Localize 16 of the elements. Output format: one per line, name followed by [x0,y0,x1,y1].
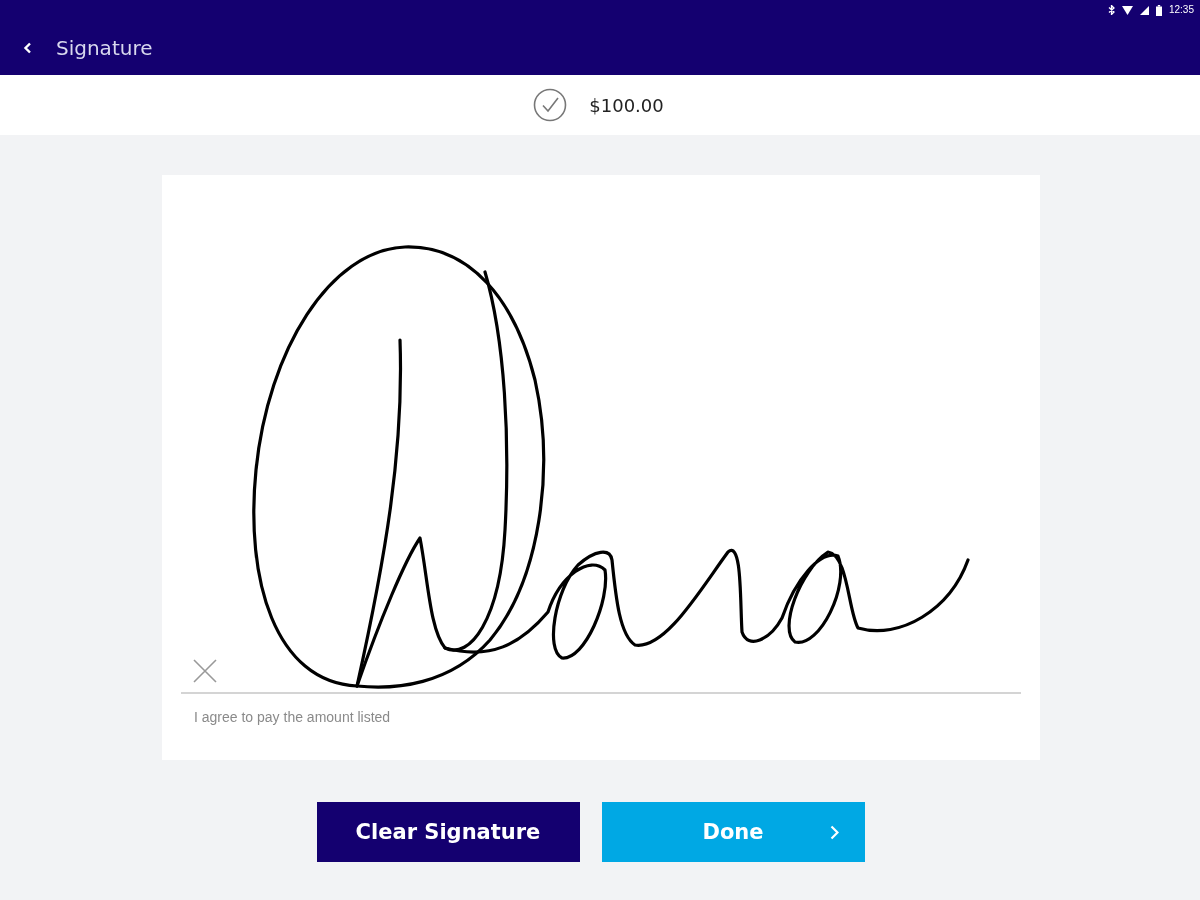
bluetooth-icon [1107,5,1115,15]
check-circle-icon [533,88,568,122]
wifi-icon [1121,5,1133,15]
agreement-text: I agree to pay the amount listed [194,709,391,726]
back-button[interactable] [22,40,34,55]
done-button[interactable]: Done [601,802,865,862]
clear-signature-button[interactable]: Clear Signature [316,802,580,862]
signature-pad[interactable]: I agree to pay the amount listed [162,175,1040,760]
clock-time: 12:35 [1168,4,1194,16]
back-icon [22,40,34,55]
screen-title: Signature [56,35,153,60]
battery-icon [1155,4,1162,16]
chevron-right-icon [829,825,839,840]
payment-amount: $100.00 [589,94,664,116]
signal-icon [1139,5,1149,15]
x-mark-icon [193,659,217,683]
